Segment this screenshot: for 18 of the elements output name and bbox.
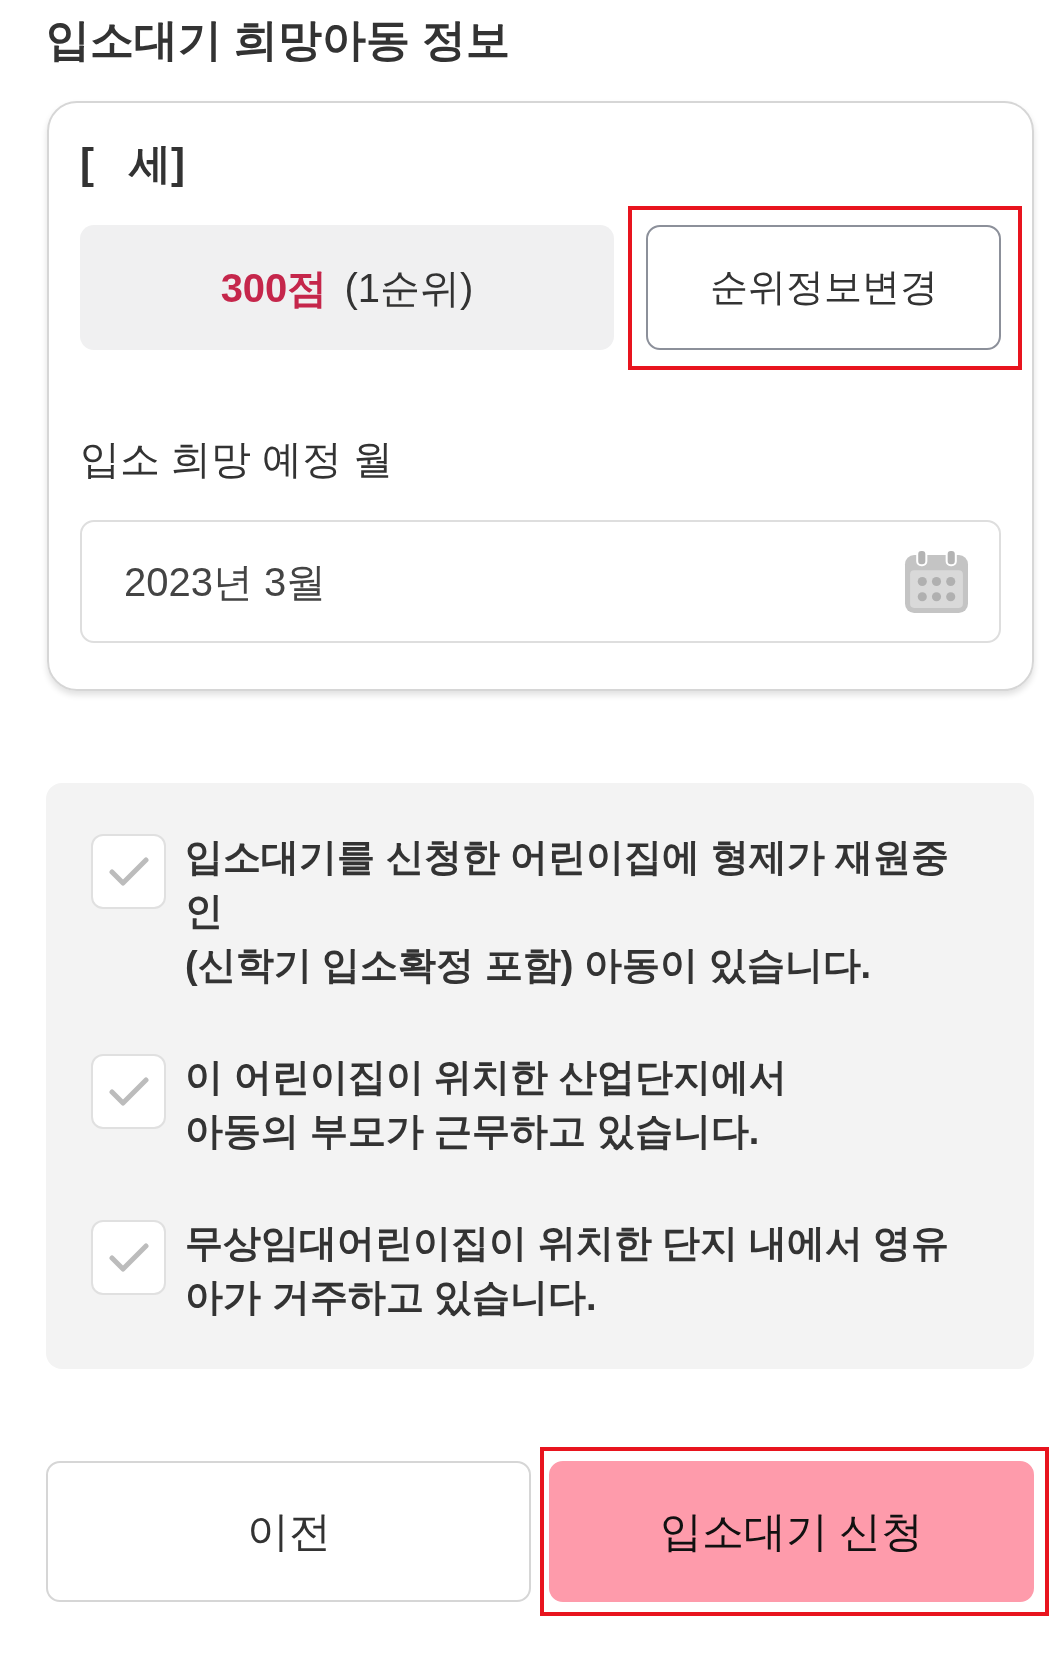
month-field[interactable]: 2023년 3월 xyxy=(80,520,1001,643)
checkbox[interactable] xyxy=(91,1220,166,1295)
condition-text: 이 어린이집이 위치한 산업단지에서 아동의 부모가 근무하고 있습니다. xyxy=(185,1055,787,1154)
condition-text: 무상임대어린이집이 위치한 단지 내에서 영유 아가 거주하고 있습니다. xyxy=(185,1221,950,1320)
calendar-icon[interactable] xyxy=(904,549,969,614)
change-rank-button[interactable]: 순위정보변경 xyxy=(646,225,1001,350)
child-name-age: [ 세] xyxy=(80,139,185,189)
checkbox[interactable] xyxy=(91,834,166,909)
condition-text: 입소대기를 신청한 어린이집에 형제가 재원중 인 (신학기 입소확정 포함) 아동이 있습니다. xyxy=(185,835,950,988)
checkbox[interactable] xyxy=(91,1054,166,1129)
back-button[interactable]: 이전 xyxy=(46,1461,531,1602)
check-icon xyxy=(108,1076,149,1107)
score-text: 300점 (1순위) xyxy=(220,264,474,312)
check-icon xyxy=(108,856,149,887)
section-title: 입소대기 희망아동 정보 xyxy=(46,14,512,66)
apply-button[interactable]: 입소대기 신청 xyxy=(549,1461,1034,1602)
field-label: 입소 희망 예정 월 xyxy=(80,436,394,483)
check-icon xyxy=(108,1242,149,1273)
